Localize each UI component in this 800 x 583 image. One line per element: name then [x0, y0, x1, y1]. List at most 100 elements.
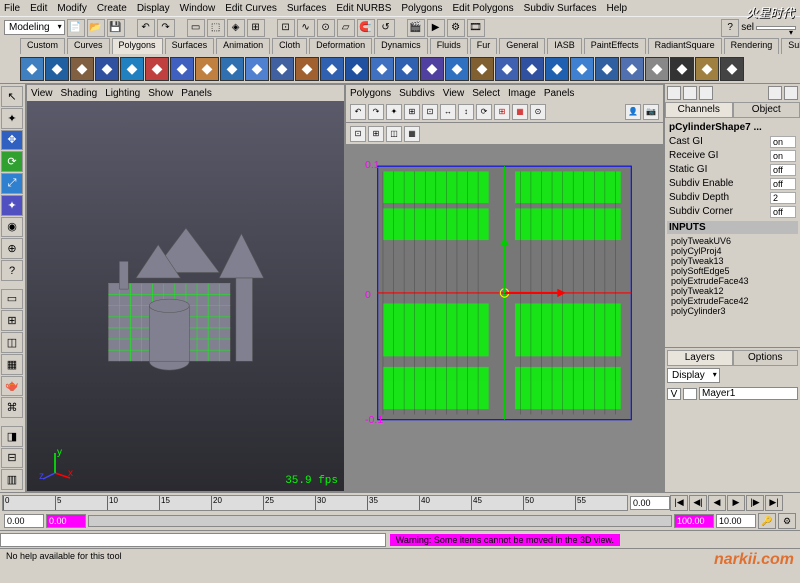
shelf-item-17[interactable]: ◆ — [445, 57, 469, 81]
shelf-item-16[interactable]: ◆ — [420, 57, 444, 81]
input-polyExtrudeFace42[interactable]: polyExtrudeFace42 — [667, 296, 798, 306]
shelf-item-14[interactable]: ◆ — [370, 57, 394, 81]
play-fwd-icon[interactable]: ▶ — [727, 495, 745, 511]
vp1-menu-lighting[interactable]: Lighting — [105, 88, 140, 99]
shelf-item-25[interactable]: ◆ — [645, 57, 669, 81]
shelf-item-10[interactable]: ◆ — [270, 57, 294, 81]
range-slider-bar[interactable] — [88, 515, 672, 527]
shelf-item-23[interactable]: ◆ — [595, 57, 619, 81]
shelf-item-28[interactable]: ◆ — [720, 57, 744, 81]
uv-flip-u-icon[interactable]: ↔ — [440, 104, 456, 120]
shelf-item-19[interactable]: ◆ — [495, 57, 519, 81]
shelf-tab-polygons[interactable]: Polygons — [112, 38, 163, 54]
menu-subdiv-surfaces[interactable]: Subdiv Surfaces — [524, 3, 597, 14]
mel-input[interactable] — [0, 533, 386, 547]
menu-file[interactable]: File — [4, 3, 20, 14]
uv-icon-1[interactable]: ↶ — [350, 104, 366, 120]
input-polyCylProj4[interactable]: polyCylProj4 — [667, 246, 798, 256]
input-polyTweakUV6[interactable]: polyTweakUV6 — [667, 236, 798, 246]
attr-static-gi[interactable]: Static GIoff — [667, 163, 798, 177]
shelf-item-12[interactable]: ◆ — [320, 57, 344, 81]
play-back-icon[interactable]: ◀ — [708, 495, 726, 511]
uv2-icon-3[interactable]: ◫ — [386, 126, 402, 142]
last-tool[interactable]: ? — [1, 260, 23, 281]
shelf-tab-surfaces[interactable]: Surfaces — [165, 38, 215, 54]
menu-polygons[interactable]: Polygons — [401, 3, 442, 14]
cb-icon4[interactable] — [768, 86, 782, 100]
script-icon[interactable]: ⌘ — [1, 397, 23, 418]
tab-options[interactable]: Options — [733, 350, 799, 366]
uv-icon-5[interactable]: ⊡ — [422, 104, 438, 120]
uv-cam-icon[interactable]: 📷 — [643, 104, 659, 120]
shelf-item-6[interactable]: ◆ — [170, 57, 194, 81]
soft-tool[interactable]: ◉ — [1, 217, 23, 238]
select-hier-icon[interactable]: ⬚ — [207, 19, 225, 37]
shelf-tab-radiantsquare[interactable]: RadiantSquare — [648, 38, 722, 54]
menu-window[interactable]: Window — [180, 3, 216, 14]
uv-layout-icon[interactable]: ▦ — [512, 104, 528, 120]
file-open-icon[interactable]: 📂 — [87, 19, 105, 37]
batch-render-icon[interactable]: 🎞 — [467, 19, 485, 37]
menu-edit-nurbs[interactable]: Edit NURBS — [336, 3, 391, 14]
redo-icon[interactable]: ↷ — [157, 19, 175, 37]
menu-modify[interactable]: Modify — [57, 3, 86, 14]
snap-plane-icon[interactable]: ▱ — [337, 19, 355, 37]
move-tool[interactable]: ✥ — [1, 130, 23, 151]
shelf-item-15[interactable]: ◆ — [395, 57, 419, 81]
uv-snap-icon[interactable]: ⊙ — [530, 104, 546, 120]
input-polyTweak13[interactable]: polyTweak13 — [667, 256, 798, 266]
sel-dropdown[interactable] — [756, 26, 796, 30]
current-frame-field[interactable]: 0.00 — [630, 496, 670, 510]
shelf-tab-deformation[interactable]: Deformation — [309, 38, 372, 54]
shelf-item-26[interactable]: ◆ — [670, 57, 694, 81]
tab-layers[interactable]: Layers — [667, 350, 733, 366]
uv-icon-2[interactable]: ↷ — [368, 104, 384, 120]
hypershade-icon[interactable]: ▦ — [1, 354, 23, 375]
shelf-item-2[interactable]: ◆ — [70, 57, 94, 81]
menu-help[interactable]: Help — [607, 3, 628, 14]
manip-tool[interactable]: ✦ — [1, 195, 23, 216]
layout2-icon[interactable]: ⊟ — [1, 448, 23, 469]
uv-face-icon[interactable]: 👤 — [625, 104, 641, 120]
goto-end-icon[interactable]: ▶| — [765, 495, 783, 511]
uv2-icon-4[interactable]: ▦ — [404, 126, 420, 142]
goto-start-icon[interactable]: |◀ — [670, 495, 688, 511]
autokey-icon[interactable]: 🔑 — [758, 513, 776, 529]
shelf-tab-rendering[interactable]: Rendering — [724, 38, 780, 54]
attr-receive-gi[interactable]: Receive GIon — [667, 149, 798, 163]
vp2-menu-image[interactable]: Image — [508, 88, 536, 99]
select-obj-icon[interactable]: ◈ — [227, 19, 245, 37]
shelf-item-21[interactable]: ◆ — [545, 57, 569, 81]
uv-icon-3[interactable]: ✦ — [386, 104, 402, 120]
shelf-item-8[interactable]: ◆ — [220, 57, 244, 81]
step-fwd-icon[interactable]: |▶ — [746, 495, 764, 511]
render-globals-icon[interactable]: ⚙ — [447, 19, 465, 37]
shelf-item-24[interactable]: ◆ — [620, 57, 644, 81]
persp-outliner-icon[interactable]: ◫ — [1, 332, 23, 353]
shelf-item-4[interactable]: ◆ — [120, 57, 144, 81]
attr-subdiv-depth[interactable]: Subdiv Depth2 — [667, 191, 798, 205]
vp2-menu-panels[interactable]: Panels — [544, 88, 575, 99]
uv-flip-v-icon[interactable]: ↕ — [458, 104, 474, 120]
scale-tool[interactable]: ⤢ — [1, 173, 23, 194]
snap-point-icon[interactable]: ⊙ — [317, 19, 335, 37]
rotate-tool[interactable]: ⟳ — [1, 151, 23, 172]
attr-subdiv-corner[interactable]: Subdiv Corneroff — [667, 205, 798, 219]
mode-dropdown[interactable]: Modeling — [4, 20, 65, 35]
input-polyCylinder3[interactable]: polyCylinder3 — [667, 306, 798, 316]
shelf-item-18[interactable]: ◆ — [470, 57, 494, 81]
show-manip-tool[interactable]: ⊕ — [1, 238, 23, 259]
shelf-tab-fluids[interactable]: Fluids — [430, 38, 468, 54]
file-new-icon[interactable]: 📄 — [67, 19, 85, 37]
shelf-item-3[interactable]: ◆ — [95, 57, 119, 81]
shelf-tab-custom[interactable]: Custom — [20, 38, 65, 54]
teapot-icon[interactable]: 🫖 — [1, 376, 23, 397]
vp2-menu-view[interactable]: View — [443, 88, 465, 99]
shelf-tab-iasb[interactable]: IASB — [547, 38, 582, 54]
shelf-tab-general[interactable]: General — [499, 38, 545, 54]
shelf-tab-dynamics[interactable]: Dynamics — [374, 38, 428, 54]
shelf-tab-painteffects[interactable]: PaintEffects — [584, 38, 646, 54]
time-slider[interactable]: 051015202530354045505560 0.00 |◀ ◀| ◀ ▶ … — [0, 492, 800, 512]
uv-icon-4[interactable]: ⊞ — [404, 104, 420, 120]
vp2-menu-polygons[interactable]: Polygons — [350, 88, 391, 99]
